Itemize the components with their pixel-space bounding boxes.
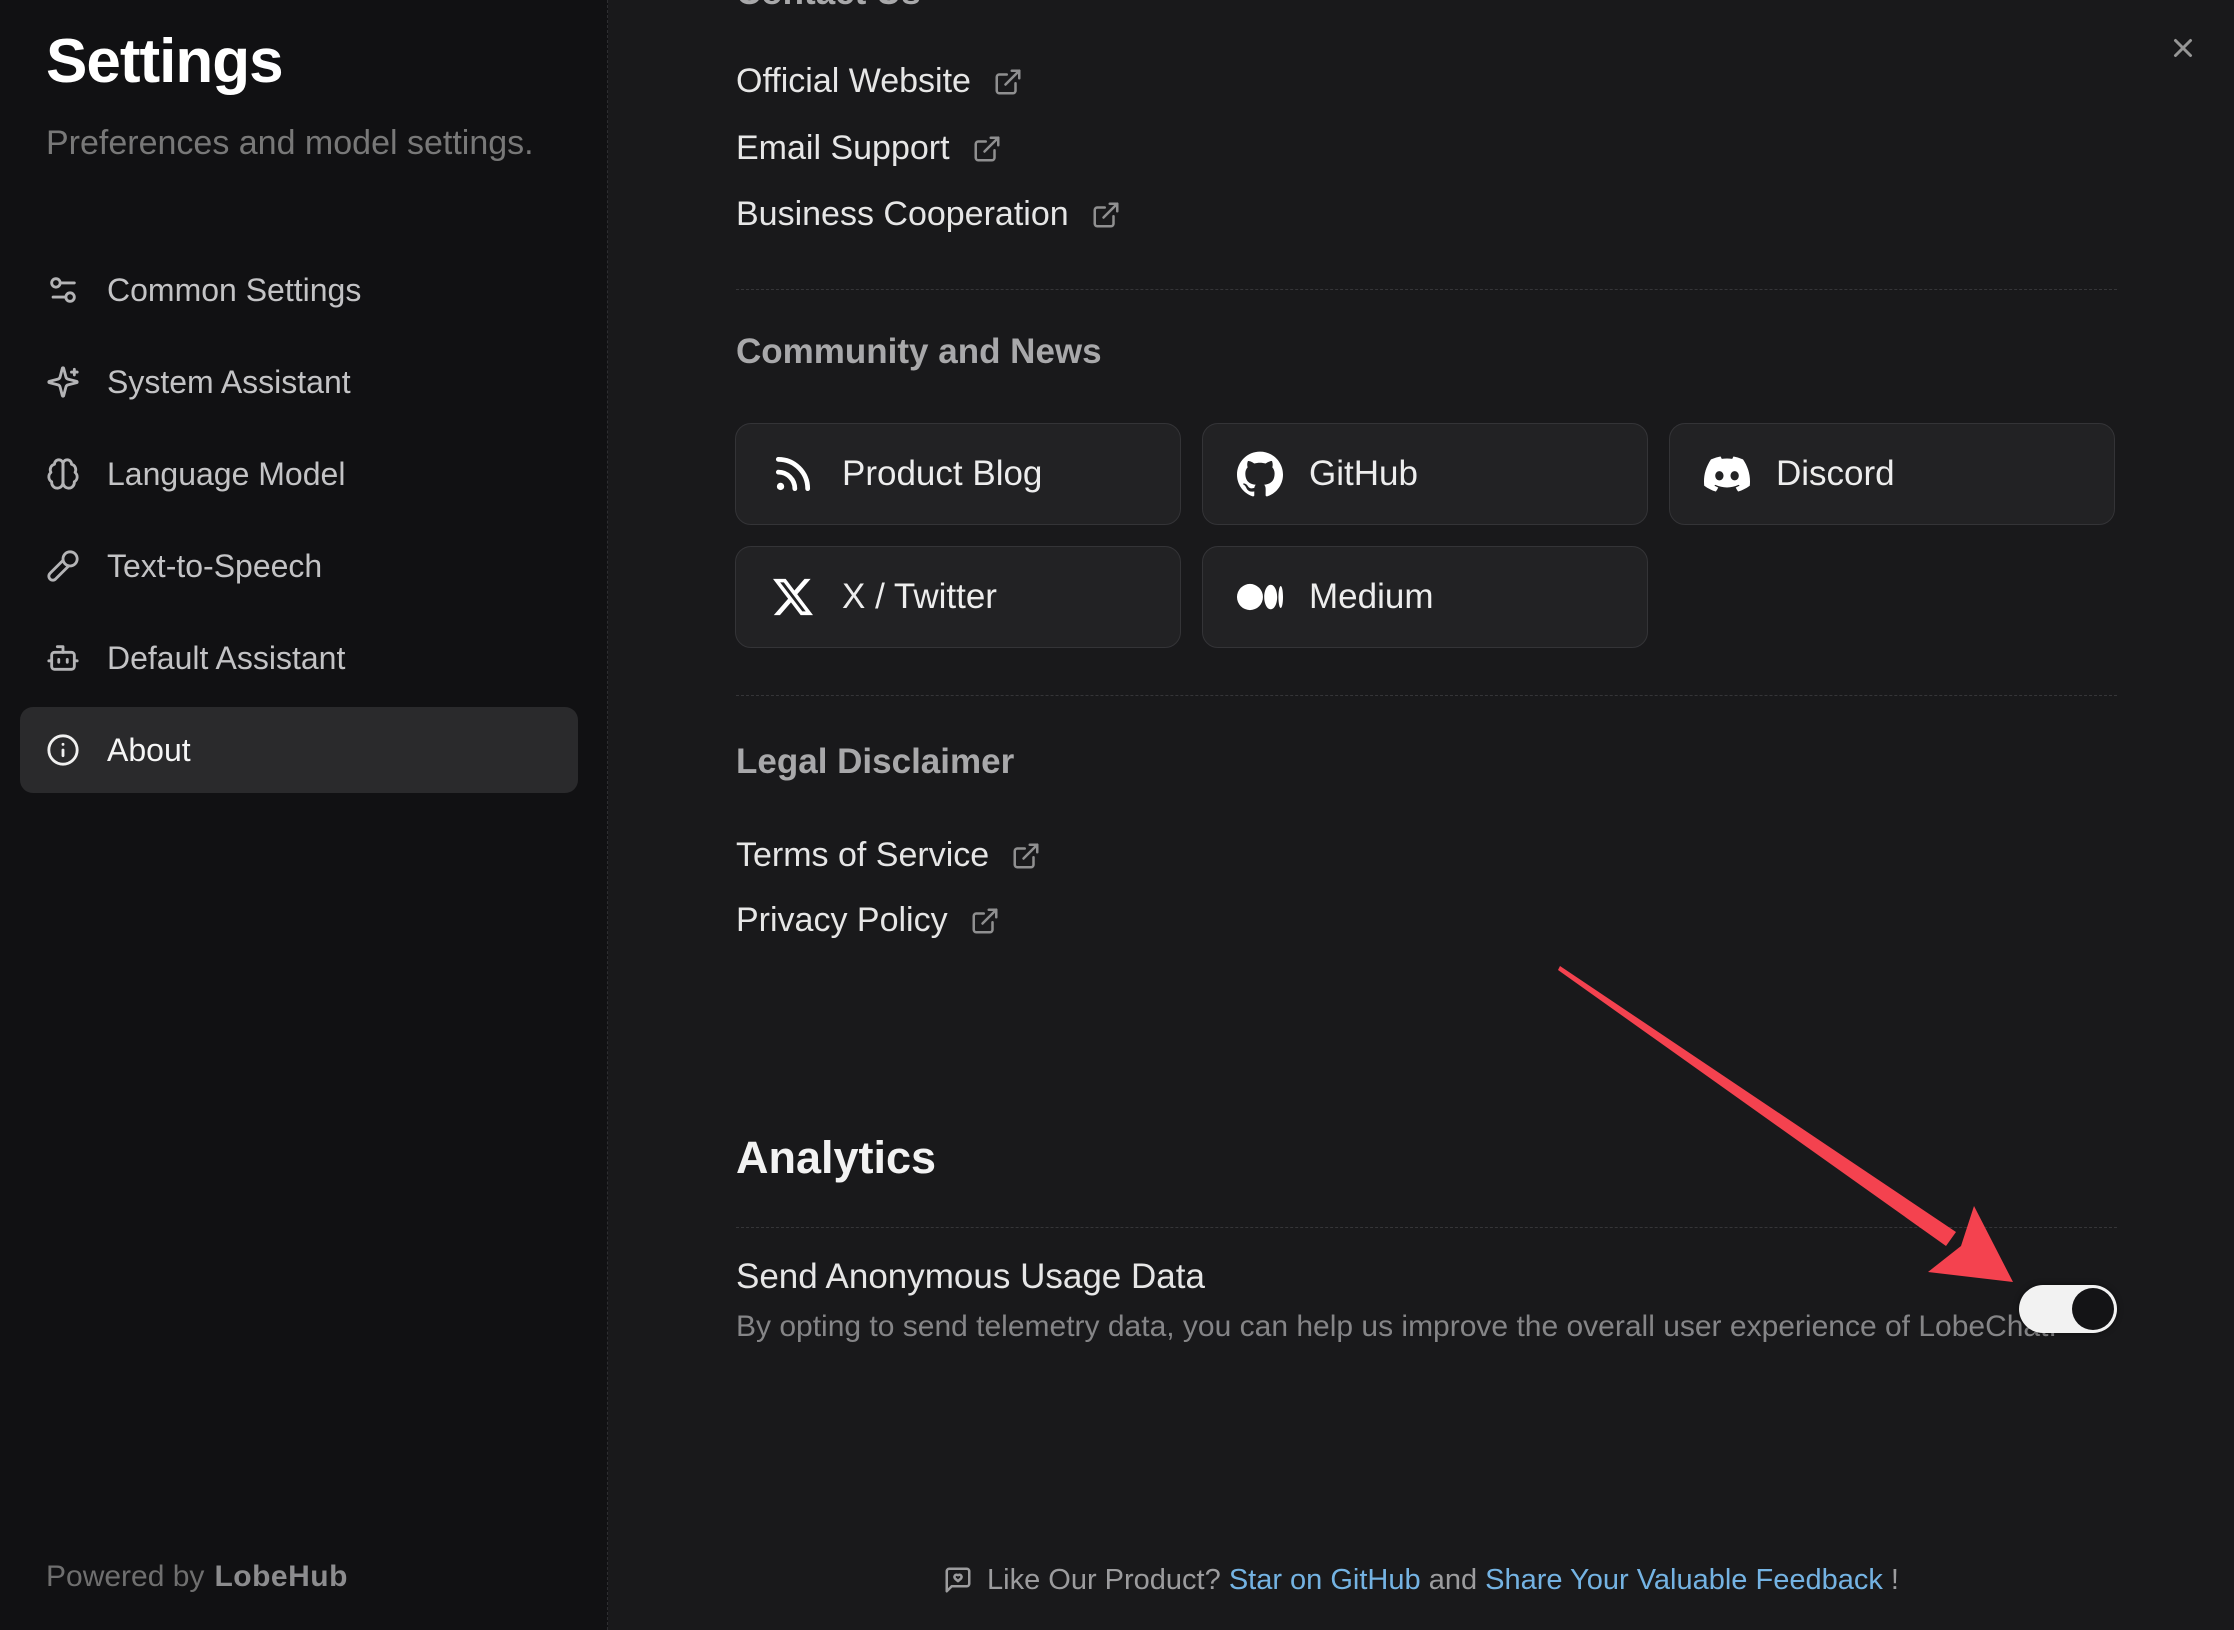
page-title: Settings xyxy=(46,26,283,97)
sidebar-item-label: Common Settings xyxy=(107,272,361,309)
sidebar-item-label: Text-to-Speech xyxy=(107,548,322,585)
business-cooperation-link[interactable]: Business Cooperation xyxy=(736,194,1121,234)
sidebar-item-common-settings[interactable]: Common Settings xyxy=(20,247,578,333)
legal-heading: Legal Disclaimer xyxy=(736,742,1014,782)
settings-modal: Settings Preferences and model settings.… xyxy=(0,0,2234,1630)
settings-sidebar: Settings Preferences and model settings.… xyxy=(0,0,608,1630)
about-panel: Contact Us Official Website Email Suppor… xyxy=(608,0,2234,1630)
rss-icon xyxy=(770,451,816,497)
button-label: GitHub xyxy=(1309,454,1418,494)
github-icon xyxy=(1237,451,1283,497)
footer-suffix: ! xyxy=(1883,1564,1899,1597)
sidebar-item-system-assistant[interactable]: System Assistant xyxy=(20,339,578,425)
star-on-github-link[interactable]: Star on GitHub xyxy=(1229,1564,1421,1597)
link-label: Business Cooperation xyxy=(736,195,1069,234)
email-support-link[interactable]: Email Support xyxy=(736,128,1002,168)
sidebar-item-default-assistant[interactable]: Default Assistant xyxy=(20,615,578,701)
button-label: X / Twitter xyxy=(842,577,997,617)
external-link-icon xyxy=(972,134,1002,164)
sidebar-item-label: About xyxy=(107,732,191,769)
external-link-icon xyxy=(1091,200,1121,230)
discord-button[interactable]: Discord xyxy=(1669,423,2115,525)
send-usage-data-toggle[interactable] xyxy=(2019,1285,2117,1333)
toggle-knob xyxy=(2072,1288,2114,1330)
sparkles-icon xyxy=(46,365,80,399)
section-divider xyxy=(736,289,2117,290)
sliders-icon xyxy=(46,273,80,307)
medium-button[interactable]: Medium xyxy=(1202,546,1648,648)
section-divider xyxy=(736,1227,2117,1228)
button-label: Discord xyxy=(1776,454,1895,494)
medium-icon xyxy=(1237,574,1283,620)
x-icon xyxy=(770,574,816,620)
link-label: Privacy Policy xyxy=(736,901,948,940)
link-label: Email Support xyxy=(736,129,950,168)
sidebar-item-label: System Assistant xyxy=(107,364,351,401)
mic-icon xyxy=(46,549,80,583)
sidebar-menu: Common Settings System Assistant Languag… xyxy=(20,247,578,799)
page-subtitle: Preferences and model settings. xyxy=(46,124,534,163)
send-usage-data-label: Send Anonymous Usage Data xyxy=(736,1257,1205,1297)
bot-icon xyxy=(46,641,80,675)
share-feedback-link[interactable]: Share Your Valuable Feedback xyxy=(1485,1564,1883,1597)
button-label: Medium xyxy=(1309,577,1433,617)
external-link-icon xyxy=(970,906,1000,936)
community-buttons: Product Blog GitHub Discord X / Twitter xyxy=(735,423,2119,648)
discord-icon xyxy=(1704,451,1750,497)
send-usage-data-description: By opting to send telemetry data, you ca… xyxy=(736,1311,2057,1343)
official-website-link[interactable]: Official Website xyxy=(736,61,1023,101)
contact-us-heading: Contact Us xyxy=(736,0,921,13)
lobehub-brand-link[interactable]: LobeHub xyxy=(214,1560,347,1593)
button-label: Product Blog xyxy=(842,454,1042,494)
sidebar-item-label: Language Model xyxy=(107,456,345,493)
close-button[interactable] xyxy=(2159,24,2207,72)
footer-middle: and xyxy=(1421,1564,1486,1597)
link-label: Terms of Service xyxy=(736,836,989,875)
sidebar-item-text-to-speech[interactable]: Text-to-Speech xyxy=(20,523,578,609)
x-twitter-button[interactable]: X / Twitter xyxy=(735,546,1181,648)
github-button[interactable]: GitHub xyxy=(1202,423,1648,525)
message-heart-icon xyxy=(943,1565,973,1595)
sidebar-item-about[interactable]: About xyxy=(20,707,578,793)
sidebar-item-language-model[interactable]: Language Model xyxy=(20,431,578,517)
footer-prefix: Like Our Product? xyxy=(987,1564,1229,1597)
info-icon xyxy=(46,733,80,767)
link-label: Official Website xyxy=(736,62,971,101)
powered-by: Powered by LobeHub xyxy=(46,1560,348,1594)
external-link-icon xyxy=(1011,841,1041,871)
community-heading: Community and News xyxy=(736,332,1102,372)
privacy-policy-link[interactable]: Privacy Policy xyxy=(736,900,1000,940)
product-blog-button[interactable]: Product Blog xyxy=(735,423,1181,525)
terms-of-service-link[interactable]: Terms of Service xyxy=(736,835,1041,875)
close-icon xyxy=(2168,33,2198,63)
product-footer: Like Our Product? Star on GitHub and Sha… xyxy=(608,1558,2234,1602)
brain-icon xyxy=(46,457,80,491)
section-divider xyxy=(736,695,2117,696)
powered-by-label: Powered by xyxy=(46,1560,204,1593)
analytics-heading: Analytics xyxy=(736,1134,936,1182)
sidebar-item-label: Default Assistant xyxy=(107,640,345,677)
external-link-icon xyxy=(993,67,1023,97)
